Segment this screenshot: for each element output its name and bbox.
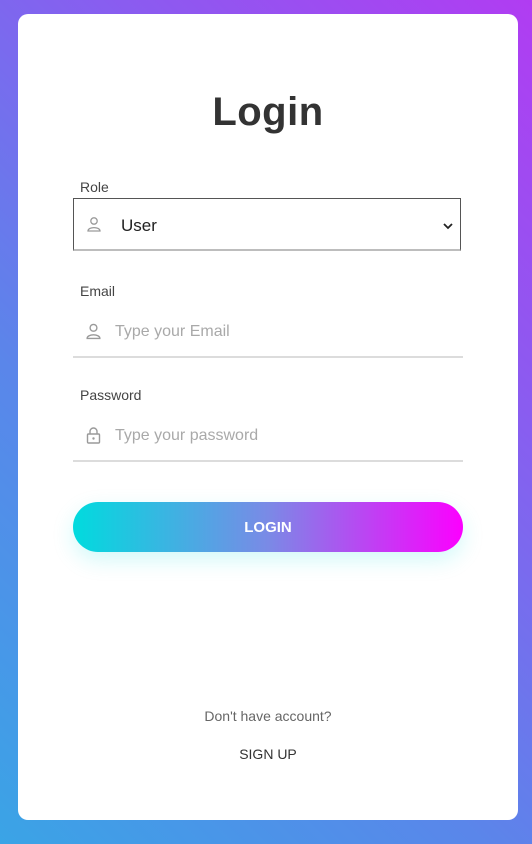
password-field[interactable] — [115, 422, 445, 450]
role-label: Role — [80, 179, 109, 195]
email-field-wrapper — [73, 306, 463, 358]
password-label: Password — [80, 387, 142, 403]
lock-icon — [85, 426, 102, 444]
user-icon — [86, 216, 102, 232]
page-title: Login — [212, 90, 324, 134]
password-field-wrapper — [73, 410, 463, 462]
email-field[interactable] — [115, 318, 445, 346]
user-icon — [85, 322, 102, 340]
login-button[interactable]: LOGIN — [73, 502, 463, 552]
role-select-value: User — [121, 216, 157, 235]
role-select[interactable]: User — [73, 198, 461, 251]
no-account-text: Don't have account? — [204, 708, 332, 724]
signup-link[interactable]: SIGN UP — [18, 746, 518, 762]
chevron-down-icon — [442, 219, 454, 231]
email-label: Email — [80, 283, 116, 299]
login-card: Login Role User Email Password — [18, 14, 518, 820]
